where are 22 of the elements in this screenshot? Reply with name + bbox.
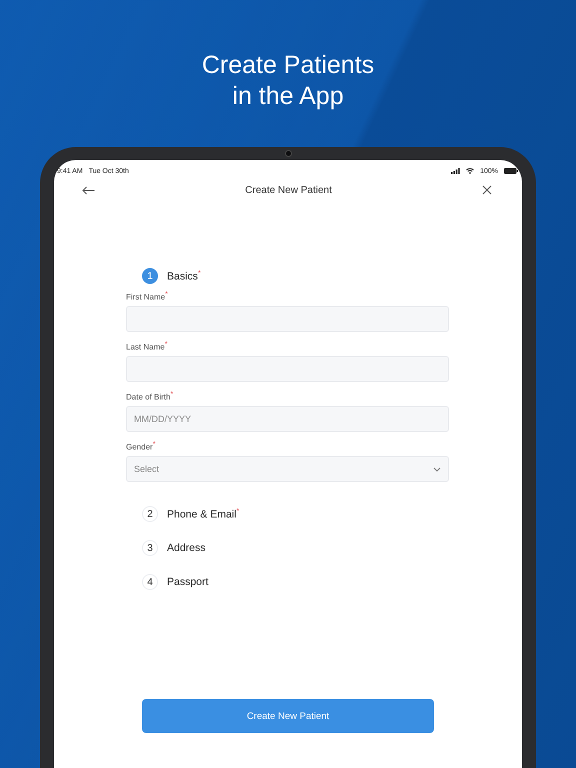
wifi-icon: [466, 168, 474, 174]
step-title[interactable]: Basics$^{*}$: [167, 270, 201, 282]
field-label: Date of Birth$^{*}$: [126, 391, 174, 403]
field-label: First Name$^{*}$: [126, 291, 169, 303]
battery-icon: [504, 168, 518, 174]
headline: Create Patients: [202, 50, 374, 81]
step-number: 4: [142, 574, 158, 590]
back-arrow-icon[interactable]: [82, 186, 95, 194]
headline: in the App: [232, 81, 344, 112]
screen-title: Create New Patient: [244, 184, 333, 196]
step-title[interactable]: Passport: [167, 576, 208, 588]
chevron-down-icon: [433, 466, 441, 472]
camera-icon: [284, 150, 292, 157]
step-number: 1: [142, 268, 158, 284]
step-number: 2: [142, 506, 158, 522]
close-icon[interactable]: [482, 185, 492, 195]
field-label: Last Name$^{*}$: [126, 341, 168, 353]
step-title[interactable]: Address: [167, 542, 206, 554]
step-title[interactable]: Phone & Email$^{*}$: [167, 508, 240, 520]
field-label: Gender$^{*}$: [126, 441, 156, 453]
signal-icon: [451, 168, 460, 174]
step-number: 3: [142, 540, 158, 556]
